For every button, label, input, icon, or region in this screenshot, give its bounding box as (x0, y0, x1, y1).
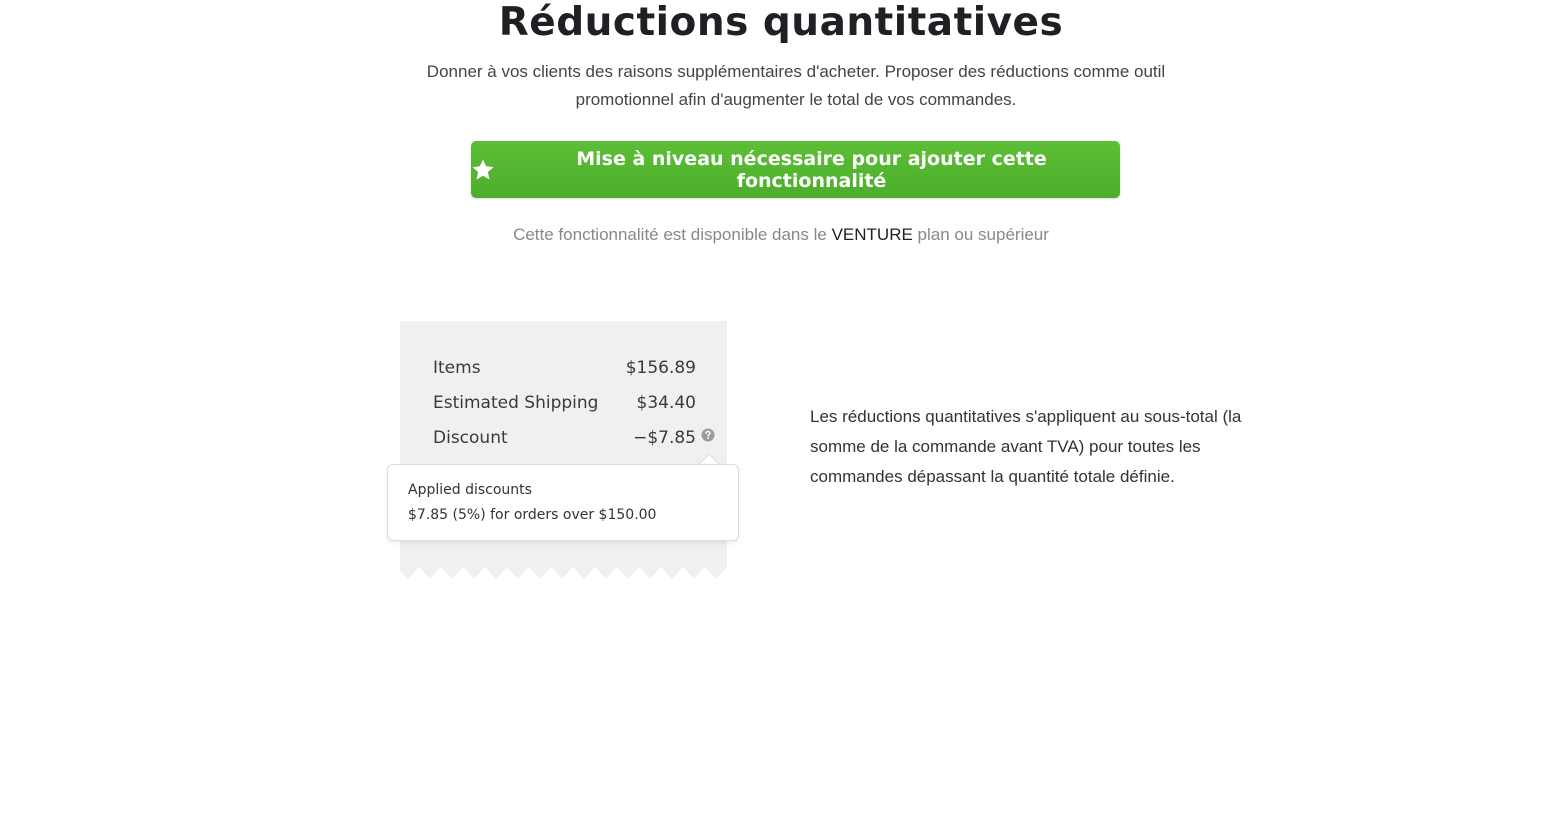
upgrade-button-label: Mise à niveau nécessaire pour ajouter ce… (576, 147, 1047, 192)
receipt-value: $156.89 (625, 358, 696, 378)
page-title: Réductions quantitatives (498, 0, 1064, 45)
star-icon (471, 158, 495, 182)
receipt-row-discount: Discount −$7.85 (433, 428, 696, 448)
applied-discounts-tooltip: Applied discounts $7.85 (5%) for orders … (387, 464, 739, 541)
receipt-row-shipping: Estimated Shipping $34.40 (433, 393, 696, 413)
availability-prefix: Cette fonctionnalité est disponible dans… (513, 225, 827, 244)
feature-description: Les réductions quantitatives s'appliquen… (810, 407, 1242, 486)
receipt-value: −$7.85 (633, 428, 696, 448)
page: Réductions quantitatives Donner à vos cl… (0, 0, 1562, 826)
question-circle-icon[interactable] (701, 428, 715, 442)
receipt-label: Discount (433, 428, 508, 448)
plan-name: VENTURE (831, 225, 913, 244)
plan-availability-note: Cette fonctionnalité est disponible dans… (0, 222, 1562, 248)
receipt-value: $34.40 (636, 393, 696, 413)
page-subtitle: Donner à vos clients des raisons supplém… (426, 62, 1166, 109)
availability-suffix: plan ou supérieur (917, 225, 1049, 244)
receipt-label: Estimated Shipping (433, 393, 599, 413)
upgrade-button[interactable]: Mise à niveau nécessaire pour ajouter ce… (471, 141, 1120, 198)
receipt-row-items: Items $156.89 (433, 358, 696, 378)
tooltip-detail: $7.85 (5%) for orders over $150.00 (408, 507, 657, 523)
receipt-label: Items (433, 358, 481, 378)
tooltip-title: Applied discounts (408, 482, 532, 498)
